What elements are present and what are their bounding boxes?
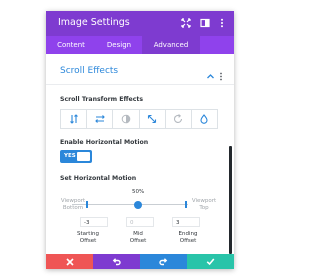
undo-icon: [112, 258, 121, 266]
redo-button[interactable]: [140, 254, 187, 269]
starting-caption-line-1: Starting: [77, 231, 99, 237]
image-settings-modal: Image Settings Content Design Advanced S…: [46, 11, 234, 269]
check-icon: [206, 258, 215, 266]
effect-scaling[interactable]: [140, 110, 166, 128]
effect-rotating[interactable]: [166, 110, 192, 128]
effect-vertical-motion[interactable]: [61, 110, 88, 128]
mid-caption-line-1: Mid: [133, 231, 143, 237]
blur-icon: [200, 114, 208, 124]
mid-offset-input[interactable]: 0: [126, 217, 154, 227]
modal-title: Image Settings: [58, 17, 130, 28]
tab-design[interactable]: Design: [96, 36, 142, 54]
effect-horizontal-motion[interactable]: [87, 110, 114, 128]
ending-offset-caption: Ending Offset: [168, 231, 208, 245]
tab-bar: Content Design Advanced: [46, 36, 234, 54]
viewport-bottom-label: Viewport Bottom: [58, 198, 88, 212]
horizontal-motion-toggle-label: Enable Horizontal Motion: [60, 139, 149, 146]
save-button[interactable]: [187, 254, 234, 269]
rotating-icon: [174, 114, 183, 123]
mid-handle[interactable]: [134, 200, 142, 209]
starting-offset-caption: Starting Offset: [68, 231, 108, 245]
vertical-motion-icon: [69, 114, 78, 124]
modal-footer: [46, 254, 234, 269]
ending-caption-line-1: Ending: [178, 231, 198, 237]
scroll-effect-selector: [60, 109, 218, 129]
mid-percent-label: 50%: [132, 189, 145, 195]
motion-range-slider: Viewport Bottom Viewport Top 50% -3 0 3 …: [46, 184, 234, 254]
undo-button[interactable]: [93, 254, 140, 269]
start-handle[interactable]: [86, 201, 88, 208]
redo-icon: [159, 258, 168, 266]
tab-advanced[interactable]: Advanced: [142, 36, 200, 54]
slider-track: [72, 204, 188, 205]
toggle-knob: [77, 152, 90, 161]
starting-offset-input[interactable]: -3: [80, 217, 108, 227]
scroll-transform-label: Scroll Transform Effects: [60, 96, 144, 103]
discard-button[interactable]: [46, 254, 93, 269]
fading-icon: [121, 114, 131, 124]
scrollbar[interactable]: [229, 146, 232, 254]
viewport-top-label: Viewport Top: [189, 198, 219, 212]
section-title: Scroll Effects: [60, 66, 119, 76]
tab-content[interactable]: Content: [46, 36, 96, 54]
scaling-icon: [148, 114, 157, 124]
end-handle[interactable]: [185, 201, 187, 208]
toggle-value: YES: [64, 153, 76, 159]
modal-header: Image Settings: [46, 11, 234, 36]
end-label-line-1: Viewport: [191, 198, 217, 204]
settings-content: Scroll Effects Scroll Transform Effects: [46, 54, 234, 254]
effect-fading[interactable]: [113, 110, 140, 128]
more-menu-icon[interactable]: [217, 18, 227, 28]
scroll-effects-header[interactable]: Scroll Effects: [46, 54, 234, 85]
expand-icon[interactable]: [181, 18, 191, 28]
close-icon: [65, 257, 74, 266]
horizontal-motion-icon: [94, 115, 105, 123]
effect-blur[interactable]: [192, 110, 217, 128]
set-horizontal-motion-label: Set Horizontal Motion: [60, 175, 137, 182]
chevron-up-icon[interactable]: [206, 66, 215, 79]
end-label-line-2: Top: [199, 205, 209, 211]
start-label-line-2: Bottom: [62, 205, 84, 211]
horizontal-motion-toggle[interactable]: YES: [60, 150, 92, 163]
mid-offset-caption: Mid Offset: [118, 231, 158, 245]
ending-caption-line-2: Offset: [179, 238, 197, 244]
sidebar-toggle-icon[interactable]: [200, 18, 210, 28]
starting-caption-line-2: Offset: [79, 238, 97, 244]
section-more-menu-icon[interactable]: [218, 66, 224, 81]
ending-offset-input[interactable]: 3: [172, 217, 200, 227]
mid-caption-line-2: Offset: [129, 238, 147, 244]
